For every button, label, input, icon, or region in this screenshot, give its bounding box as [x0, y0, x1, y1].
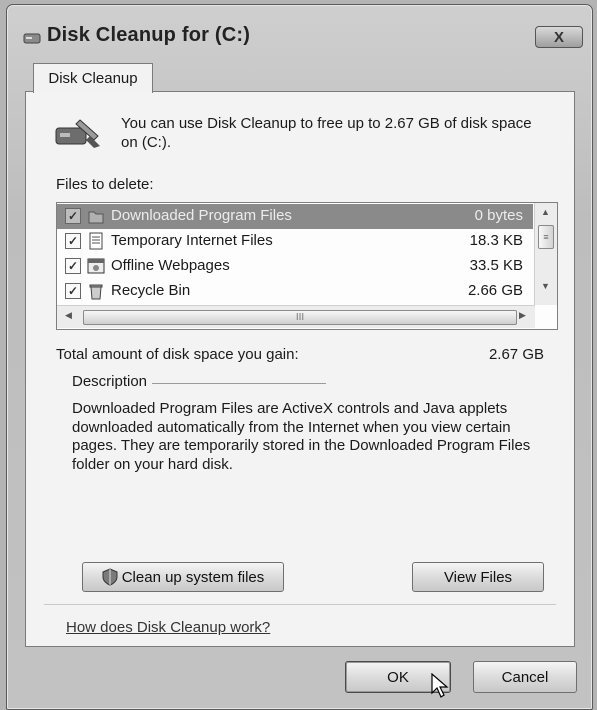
checkbox[interactable]: ✓	[65, 258, 81, 274]
checkbox[interactable]: ✓	[65, 208, 81, 224]
scroll-right-icon[interactable]: ▶	[519, 310, 526, 321]
files-list[interactable]: ✓ Downloaded Program Files 0 bytes ✓ Tem…	[56, 202, 558, 330]
list-item[interactable]: ✓ Downloaded Program Files 0 bytes	[57, 204, 533, 229]
close-button[interactable]: X	[535, 26, 583, 48]
item-name: Temporary Internet Files	[111, 232, 273, 249]
description-text: Downloaded Program Files are ActiveX con…	[72, 400, 531, 473]
window-title: Disk Cleanup for (C:)	[47, 24, 251, 46]
cancel-button[interactable]: Cancel	[473, 661, 577, 693]
webpage-icon	[87, 258, 105, 274]
vertical-scroll-thumb[interactable]: ≡	[538, 225, 554, 249]
horizontal-scrollbar[interactable]: ◀ III ▶	[57, 305, 535, 328]
list-item[interactable]: ✓ Temporary Internet Files 18.3 KB	[57, 229, 533, 254]
header-description: You can use Disk Cleanup to free up to 2…	[121, 115, 532, 151]
help-link[interactable]: How does Disk Cleanup work?	[66, 619, 270, 636]
item-size: 33.5 KB	[469, 257, 523, 274]
tab-panel: You can use Disk Cleanup to free up to 2…	[25, 91, 575, 647]
disk-cleanup-window: Disk Cleanup for (C:) X Disk Cleanup You…	[6, 4, 593, 710]
item-name: Offline Webpages	[111, 257, 230, 274]
scroll-up-icon[interactable]: ▲	[541, 207, 550, 217]
shield-icon	[102, 568, 118, 586]
document-icon	[89, 232, 103, 250]
disk-drive-icon	[23, 33, 41, 44]
description-legend: Description	[72, 373, 148, 390]
description-divider	[152, 383, 326, 384]
view-files-button[interactable]: View Files	[412, 562, 544, 592]
scroll-down-icon[interactable]: ▼	[541, 281, 550, 291]
files-to-delete-label: Files to delete:	[56, 176, 154, 193]
vertical-scrollbar[interactable]: ▲ ≡ ▼	[534, 203, 557, 305]
item-name: Recycle Bin	[111, 282, 191, 299]
recycle-bin-icon	[89, 284, 103, 300]
scroll-left-icon[interactable]: ◀	[65, 310, 72, 321]
item-size: 18.3 KB	[469, 232, 523, 249]
folder-icon	[88, 211, 104, 224]
checkbox[interactable]: ✓	[65, 233, 81, 249]
total-space-label: Total amount of disk space you gain:	[56, 346, 299, 363]
item-name: Downloaded Program Files	[111, 207, 292, 224]
item-size: 2.66 GB	[467, 282, 523, 299]
list-item[interactable]: ✓ Offline Webpages 33.5 KB	[57, 254, 533, 279]
list-item[interactable]: ✓ Recycle Bin 2.66 GB	[57, 279, 533, 304]
item-size: 0 bytes	[474, 207, 523, 224]
checkbox[interactable]: ✓	[65, 283, 81, 299]
tab-disk-cleanup[interactable]: Disk Cleanup	[33, 63, 153, 93]
horizontal-scroll-thumb[interactable]: III	[83, 310, 517, 325]
divider	[44, 604, 556, 605]
disk-cleanup-icon	[55, 119, 100, 148]
mouse-cursor-icon	[431, 673, 449, 698]
clean-up-system-files-label: Clean up system files	[121, 568, 265, 586]
clean-up-system-files-button[interactable]: Clean up system files	[82, 562, 284, 592]
total-space-value: 2.67 GB	[488, 346, 544, 363]
